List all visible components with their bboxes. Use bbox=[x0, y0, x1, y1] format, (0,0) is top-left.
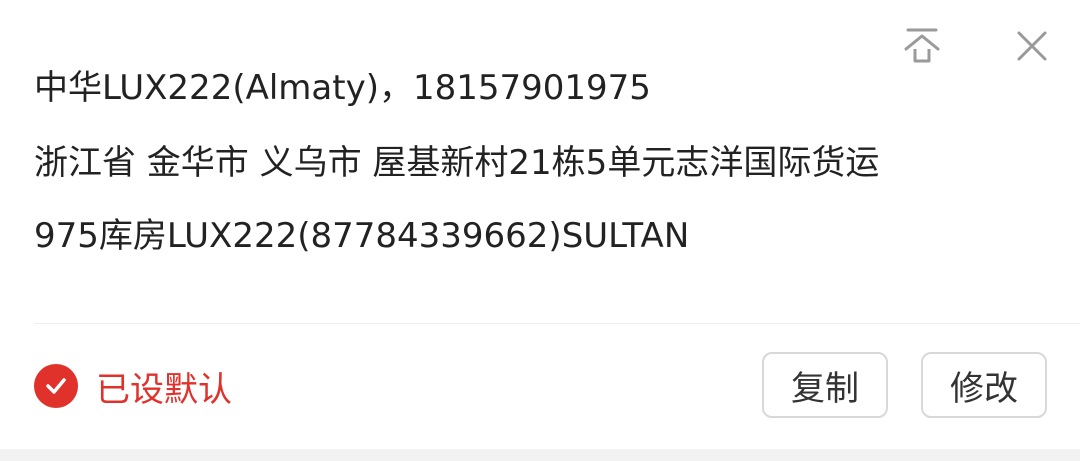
address-line-continued: 975库房LUX222(87784339662)SULTAN bbox=[34, 216, 690, 256]
check-circle-icon bbox=[34, 364, 78, 408]
address-line: 浙江省 金华市 义乌市 屋基新村21栋5单元志洋国际货运 bbox=[34, 143, 880, 183]
pin-to-top-icon[interactable] bbox=[898, 24, 946, 68]
default-label: 已设默认 bbox=[96, 369, 232, 410]
close-icon[interactable] bbox=[1008, 22, 1056, 70]
copy-button[interactable]: 复制 bbox=[762, 352, 888, 418]
recipient-line: 中华LUX222(Almaty)，18157901975 bbox=[34, 68, 651, 108]
default-address-toggle[interactable]: 已设默认 bbox=[34, 360, 232, 412]
divider bbox=[34, 323, 1080, 324]
edit-button[interactable]: 修改 bbox=[921, 352, 1047, 418]
address-card: 中华LUX222(Almaty)，18157901975 浙江省 金华市 义乌市… bbox=[0, 0, 1080, 449]
